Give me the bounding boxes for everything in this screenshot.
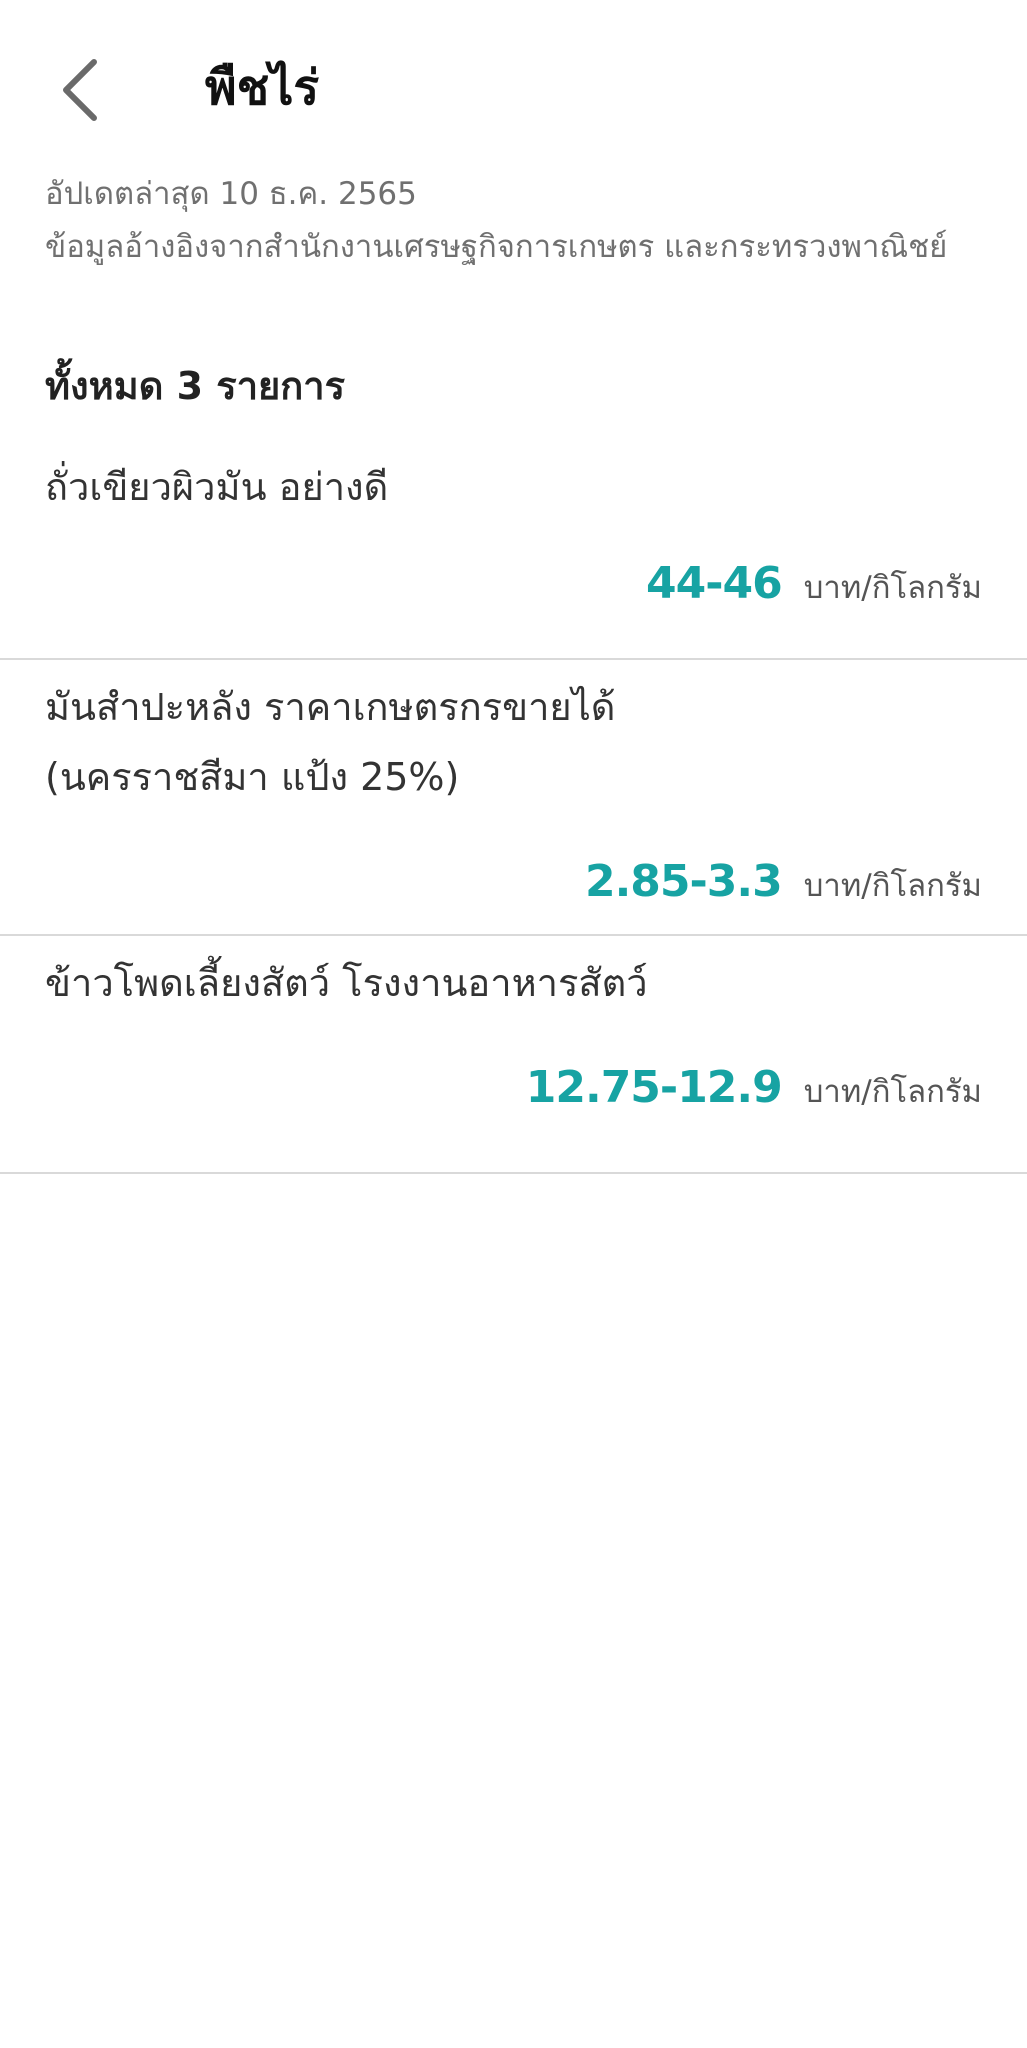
meta-info: อัปเดตล่าสุด 10 ธ.ค. 2565 ข้อมูลอ้างอิงจ… — [45, 168, 985, 274]
item-name: มันสำปะหลัง ราคาเกษตรกรขายได้ (นครราชสีม… — [45, 685, 616, 799]
item-price: 12.75-12.9 บาท/กิโลกรัม — [526, 1062, 982, 1116]
item-price: 2.85-3.3 บาท/กิโลกรัม — [585, 856, 982, 910]
price-list: ถั่วเขียวผิวมัน อย่างดี 44-46 บาท/กิโลกร… — [0, 440, 1027, 1174]
price-value: 2.85-3.3 — [584, 856, 783, 907]
updated-text: อัปเดตล่าสุด 10 ธ.ค. 2565 — [45, 176, 417, 212]
list-item[interactable]: ข้าวโพดเลี้ยงสัตว์ โรงงานอาหารสัตว์ 12.7… — [0, 936, 1027, 1174]
back-button[interactable] — [50, 50, 110, 130]
price-value: 12.75-12.9 — [525, 1062, 783, 1113]
chevron-left-icon — [63, 59, 97, 121]
price-unit: บาท/กิโลกรัม — [803, 570, 982, 606]
source-text: ข้อมูลอ้างอิงจากสำนักงานเศรษฐกิจการเกษตร… — [45, 229, 948, 265]
page-title: พืชไร่ — [205, 60, 320, 116]
price-value: 44-46 — [646, 558, 783, 609]
item-price: 44-46 บาท/กิโลกรัม — [646, 558, 982, 612]
total-count: ทั้งหมด 3 รายการ — [45, 364, 346, 408]
price-unit: บาท/กิโลกรัม — [803, 868, 982, 904]
header: พืชไร่ — [0, 0, 1027, 180]
item-name: ข้าวโพดเลี้ยงสัตว์ โรงงานอาหารสัตว์ — [45, 961, 648, 1005]
price-unit: บาท/กิโลกรัม — [803, 1074, 982, 1110]
page: พืชไร่ อัปเดตล่าสุด 10 ธ.ค. 2565 ข้อมูลอ… — [0, 0, 1027, 2048]
list-item[interactable]: ถั่วเขียวผิวมัน อย่างดี 44-46 บาท/กิโลกร… — [0, 440, 1027, 660]
item-name: ถั่วเขียวผิวมัน อย่างดี — [45, 465, 389, 509]
list-item[interactable]: มันสำปะหลัง ราคาเกษตรกรขายได้ (นครราชสีม… — [0, 660, 1027, 936]
